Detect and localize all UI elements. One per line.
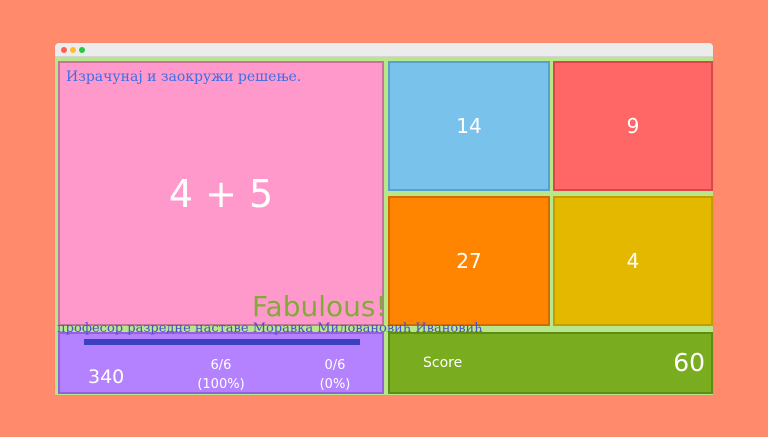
close-window-icon[interactable] <box>61 47 67 53</box>
score-value: 60 <box>673 348 705 377</box>
answer-button-1[interactable]: 14 <box>388 61 550 191</box>
minimize-window-icon[interactable] <box>70 47 76 53</box>
points-value: 340 <box>88 366 125 388</box>
progress-bar <box>84 339 360 345</box>
wrong-fraction: 0/6 <box>324 358 346 373</box>
progress-bar-fill <box>84 339 360 345</box>
score-label: Score <box>423 355 463 371</box>
author-credit: професор разредне наставе Моравка Милова… <box>57 321 483 336</box>
answer-button-4[interactable]: 4 <box>553 196 713 326</box>
score-panel: Score 60 <box>388 332 713 394</box>
stats-panel: 340 6/6 (100%) 0/6 (0%) <box>58 332 384 394</box>
window-titlebar <box>55 43 713 57</box>
question-panel: Израчунај и заокружи решење. 4 + 5 <box>58 61 384 326</box>
correct-fraction: 6/6 <box>210 358 232 373</box>
answer-button-2[interactable]: 9 <box>553 61 713 191</box>
answer-button-3[interactable]: 27 <box>388 196 550 326</box>
wrong-percent: (0%) <box>319 377 351 392</box>
browser-window: Израчунај и заокружи решење. 4 + 5 14 9 … <box>55 43 713 395</box>
maximize-window-icon[interactable] <box>79 47 85 53</box>
correct-count: 6/6 (100%) <box>196 356 246 394</box>
question-expression: 4 + 5 <box>168 171 274 216</box>
correct-percent: (100%) <box>197 377 245 392</box>
wrong-count: 0/6 (0%) <box>310 356 360 394</box>
feedback-message: Fabulous! <box>252 290 387 323</box>
